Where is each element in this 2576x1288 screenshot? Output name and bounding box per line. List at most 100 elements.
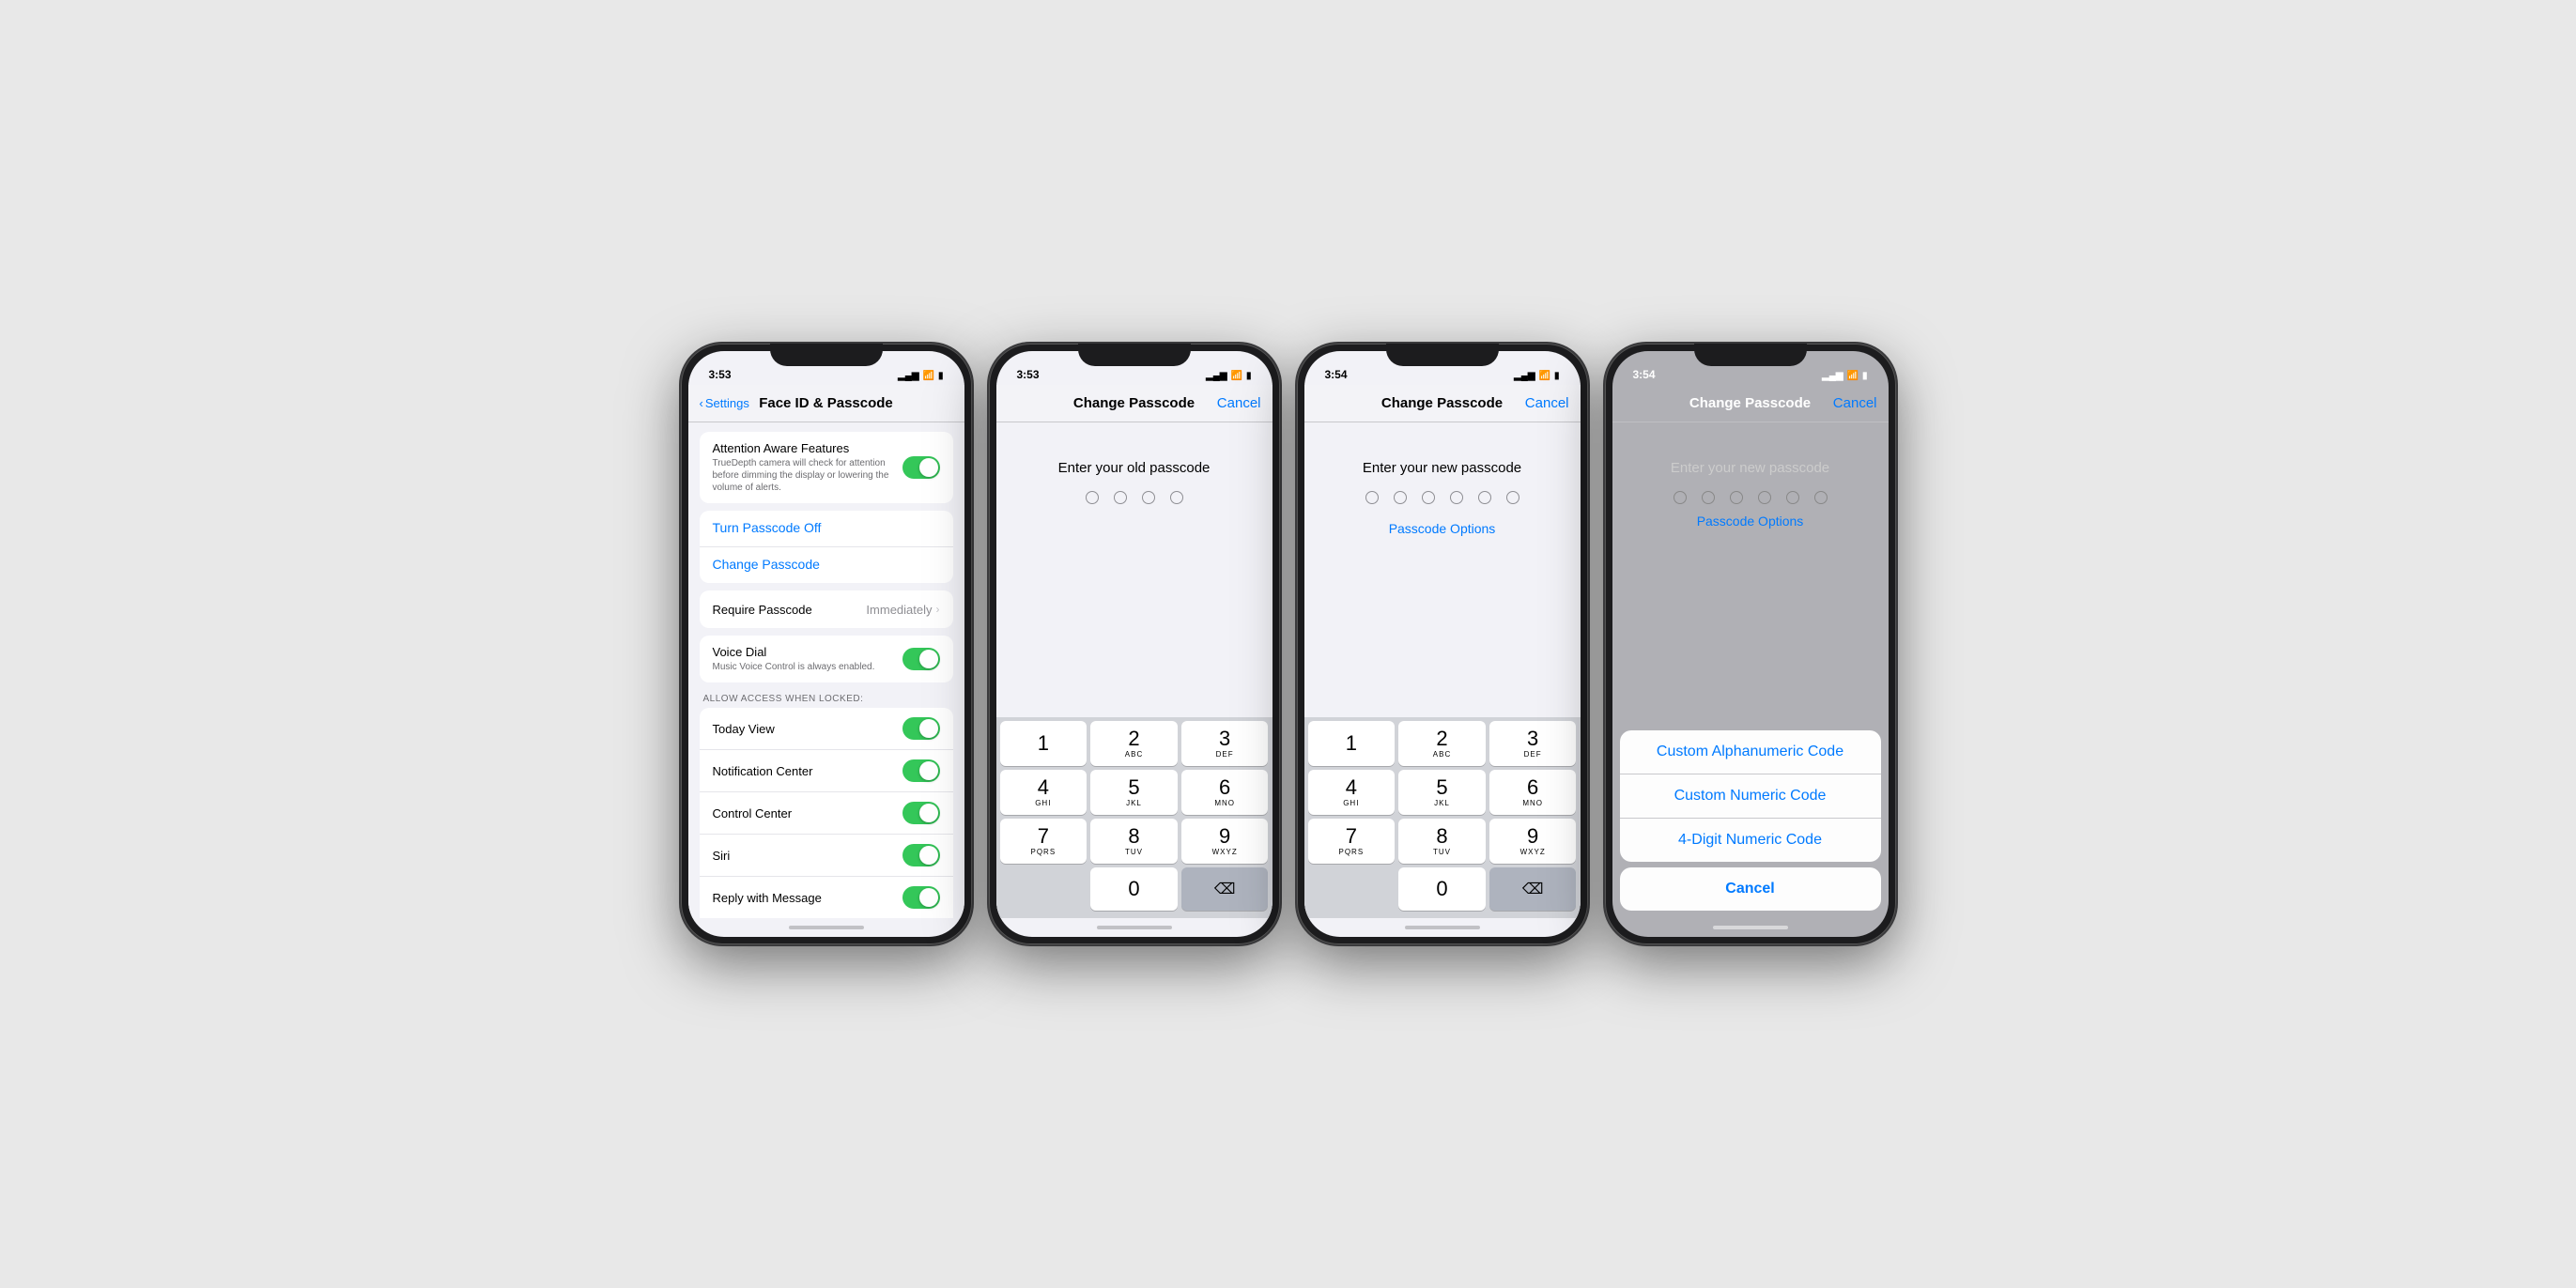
dot-3-1 [1365, 491, 1379, 504]
notification-center-row[interactable]: Notification Center [700, 750, 953, 792]
dot-3-3 [1422, 491, 1435, 504]
allow-access-header: ALLOW ACCESS WHEN LOCKED: [688, 690, 964, 708]
wifi-icon-3: 📶 [1539, 371, 1550, 381]
key-8-2[interactable]: 8TUV [1090, 819, 1178, 864]
require-label: Require Passcode [713, 603, 867, 617]
control-center-toggle[interactable] [902, 802, 940, 824]
modal-cancel-button[interactable]: Cancel [1620, 867, 1881, 911]
require-chevron: › [936, 603, 940, 616]
key-7-3[interactable]: 7PQRS [1308, 819, 1396, 864]
siri-toggle[interactable] [902, 844, 940, 866]
notch-3 [1386, 344, 1499, 366]
attention-sublabel: TrueDepth camera will check for attentio… [713, 457, 902, 494]
dot-3-5 [1478, 491, 1491, 504]
control-center-label: Control Center [713, 806, 902, 820]
back-button-1[interactable]: ‹ Settings [700, 396, 749, 410]
battery-icon-2: ▮ [1246, 371, 1252, 381]
key-del-2[interactable]: ⌫ [1181, 867, 1269, 911]
cancel-button-3[interactable]: Cancel [1525, 395, 1569, 411]
key-6-2[interactable]: 6MNO [1181, 770, 1269, 815]
key-1-3[interactable]: 1 [1308, 721, 1396, 766]
control-center-row[interactable]: Control Center [700, 792, 953, 835]
voice-dial-row[interactable]: Voice Dial Music Voice Control is always… [700, 636, 953, 682]
key-9-2[interactable]: 9WXYZ [1181, 819, 1269, 864]
wifi-icon-2: 📶 [1231, 371, 1242, 381]
key-5-2[interactable]: 5JKL [1090, 770, 1178, 815]
today-view-toggle[interactable] [902, 717, 940, 740]
passcode-options-link-3[interactable]: Passcode Options [1389, 521, 1496, 536]
modal-options-list: Custom Alphanumeric Code Custom Numeric … [1620, 730, 1881, 862]
key-8-3[interactable]: 8TUV [1398, 819, 1486, 864]
numpad-3: 1 2ABC 3DEF 4GHI 5JKL 6MNO 7PQRS 8TUV 9W… [1304, 717, 1581, 918]
phone-2: 3:53 ▂▄▆ 📶 ▮ Change Passcode Cancel Ente… [989, 344, 1280, 944]
option-numeric[interactable]: Custom Numeric Code [1620, 774, 1881, 819]
key-2-2[interactable]: 2ABC [1090, 721, 1178, 766]
notch-4 [1694, 344, 1807, 366]
option-4digit[interactable]: 4-Digit Numeric Code [1620, 819, 1881, 862]
voice-dial-label: Voice Dial [713, 645, 902, 659]
option-alphanumeric[interactable]: Custom Alphanumeric Code [1620, 730, 1881, 774]
voice-dial-toggle[interactable] [902, 648, 940, 670]
voice-dial-sublabel: Music Voice Control is always enabled. [713, 661, 902, 673]
today-view-label: Today View [713, 722, 902, 736]
passcode-screen-3: Enter your new passcode Passcode Options… [1304, 422, 1581, 918]
attention-row[interactable]: Attention Aware Features TrueDepth camer… [700, 432, 953, 503]
dot-4-6 [1814, 491, 1828, 504]
dot-3-2 [1394, 491, 1407, 504]
key-5-3[interactable]: 5JKL [1398, 770, 1486, 815]
key-3-3[interactable]: 3DEF [1489, 721, 1577, 766]
nav-title-3: Change Passcode [1381, 395, 1503, 411]
battery-icon-1: ▮ [938, 371, 944, 381]
key-del-3[interactable]: ⌫ [1489, 867, 1577, 911]
cancel-button-4[interactable]: Cancel [1833, 395, 1877, 411]
siri-row[interactable]: Siri [700, 835, 953, 877]
key-0-2[interactable]: 0 [1090, 867, 1178, 911]
status-icons-3: ▂▄▆ 📶 ▮ [1514, 371, 1559, 381]
dot-4-3 [1730, 491, 1743, 504]
allow-access-group: Today View Notification Center Control C… [700, 708, 953, 918]
today-view-row[interactable]: Today View [700, 708, 953, 750]
key-6-3[interactable]: 6MNO [1489, 770, 1577, 815]
turn-off-row[interactable]: Turn Passcode Off [700, 511, 953, 547]
dot-4-1 [1674, 491, 1687, 504]
voice-dial-group: Voice Dial Music Voice Control is always… [700, 636, 953, 682]
status-time-2: 3:53 [1017, 368, 1040, 381]
dot-4 [1170, 491, 1183, 504]
cancel-button-2[interactable]: Cancel [1217, 395, 1261, 411]
nav-title-1: Face ID & Passcode [759, 395, 893, 411]
passcode-options-modal: Custom Alphanumeric Code Custom Numeric … [1612, 730, 1889, 918]
notch-2 [1078, 344, 1191, 366]
siri-label: Siri [713, 849, 902, 863]
status-icons-2: ▂▄▆ 📶 ▮ [1206, 371, 1251, 381]
reply-message-toggle[interactable] [902, 886, 940, 909]
key-0-3[interactable]: 0 [1398, 867, 1486, 911]
key-4-3[interactable]: 4GHI [1308, 770, 1396, 815]
key-9-3[interactable]: 9WXYZ [1489, 819, 1577, 864]
key-empty-l-2 [1000, 867, 1087, 911]
key-7-2[interactable]: 7PQRS [1000, 819, 1087, 864]
reply-message-row[interactable]: Reply with Message [700, 877, 953, 918]
passcode-dots-4 [1674, 491, 1828, 504]
attention-label: Attention Aware Features [713, 441, 902, 455]
status-icons-4: ▂▄▆ 📶 ▮ [1822, 371, 1867, 381]
passcode-options-link-4[interactable]: Passcode Options [1697, 514, 1804, 529]
battery-icon-4: ▮ [1862, 371, 1868, 381]
status-time-3: 3:54 [1325, 368, 1348, 381]
phone-3: 3:54 ▂▄▆ 📶 ▮ Change Passcode Cancel Ente… [1297, 344, 1588, 944]
nav-bar-2: Change Passcode Cancel [996, 385, 1273, 422]
nav-title-2: Change Passcode [1073, 395, 1195, 411]
notification-center-toggle[interactable] [902, 759, 940, 782]
reply-message-label: Reply with Message [713, 891, 902, 905]
change-passcode-link[interactable]: Change Passcode [713, 557, 820, 572]
key-1-2[interactable]: 1 [1000, 721, 1087, 766]
require-passcode-row[interactable]: Require Passcode Immediately › [700, 590, 953, 628]
key-4-2[interactable]: 4GHI [1000, 770, 1087, 815]
key-2-3[interactable]: 2ABC [1398, 721, 1486, 766]
key-3-2[interactable]: 3DEF [1181, 721, 1269, 766]
home-indicator-3 [1304, 918, 1581, 937]
dot-3-6 [1506, 491, 1519, 504]
change-passcode-row[interactable]: Change Passcode [700, 547, 953, 583]
turn-off-link[interactable]: Turn Passcode Off [713, 520, 822, 535]
dot-3-4 [1450, 491, 1463, 504]
attention-toggle[interactable] [902, 456, 940, 479]
